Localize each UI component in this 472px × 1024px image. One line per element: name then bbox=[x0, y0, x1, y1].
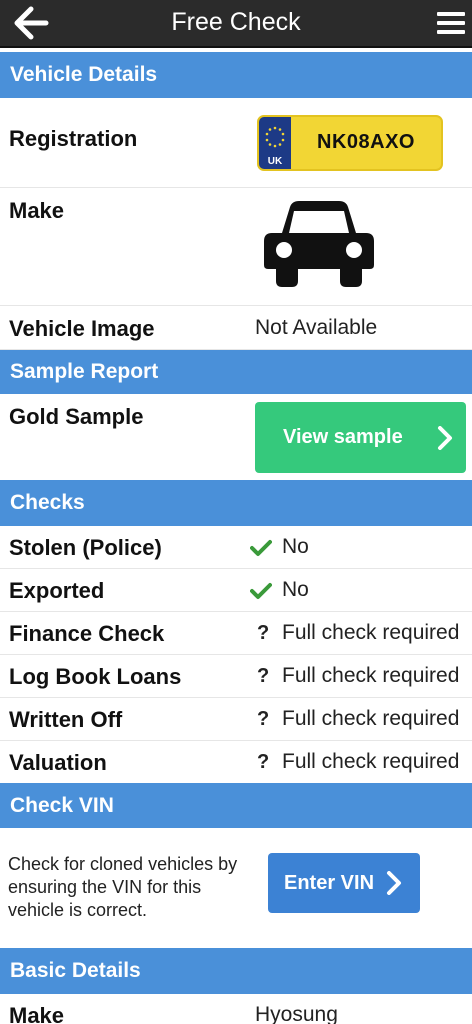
basic-make-row: Make Hyosung bbox=[0, 994, 472, 1024]
view-sample-label: View sample bbox=[283, 426, 403, 448]
make-label: Make bbox=[9, 198, 65, 223]
vehicle-image-row: Vehicle Image Not Available bbox=[0, 306, 472, 350]
section-check-vin: Check VIN bbox=[0, 783, 472, 828]
green-check-icon bbox=[250, 540, 272, 556]
check-label: Valuation bbox=[9, 750, 107, 775]
vin-description: Check for cloned vehicles by ensuring th… bbox=[8, 854, 238, 920]
section-sample-report: Sample Report bbox=[0, 350, 472, 394]
enter-vin-button[interactable]: Enter VIN bbox=[268, 853, 420, 913]
basic-make-label: Make bbox=[9, 1003, 65, 1024]
check-row: Valuation ? Full check required bbox=[0, 741, 472, 783]
check-value: Full check required bbox=[282, 664, 460, 687]
check-value: No bbox=[282, 535, 309, 558]
page-title: Free Check bbox=[171, 8, 301, 36]
question-mark-icon: ? bbox=[257, 665, 270, 687]
chevron-right-icon bbox=[387, 871, 401, 895]
check-label: Log Book Loans bbox=[9, 664, 182, 689]
section-checks: Checks bbox=[0, 480, 472, 526]
view-sample-button[interactable]: View sample bbox=[255, 402, 466, 473]
basic-make-value: Hyosung bbox=[255, 1003, 338, 1024]
plate-country-band: UK bbox=[259, 117, 291, 169]
chevron-right-icon bbox=[438, 426, 452, 450]
plate-country-code: UK bbox=[267, 156, 283, 167]
check-row: Log Book Loans ? Full check required bbox=[0, 655, 472, 698]
check-label: Exported bbox=[9, 578, 105, 603]
eu-stars-icon bbox=[265, 126, 285, 148]
gold-sample-label: Gold Sample bbox=[9, 404, 144, 429]
check-label: Written Off bbox=[9, 707, 123, 732]
section-vehicle-details: Vehicle Details bbox=[0, 52, 472, 98]
check-row: Finance Check ? Full check required bbox=[0, 612, 472, 655]
check-value: No bbox=[282, 578, 309, 601]
check-value: Full check required bbox=[282, 750, 460, 773]
vehicle-image-value: Not Available bbox=[255, 316, 378, 339]
car-icon bbox=[264, 201, 374, 287]
section-basic-details: Basic Details bbox=[0, 948, 472, 994]
check-value: Full check required bbox=[282, 621, 460, 644]
question-mark-icon: ? bbox=[257, 622, 270, 644]
number-plate: UK NK08AXO bbox=[257, 115, 443, 171]
enter-vin-label: Enter VIN bbox=[284, 872, 375, 894]
check-value: Full check required bbox=[282, 707, 460, 730]
vehicle-image-label: Vehicle Image bbox=[9, 316, 155, 341]
check-row: Written Off ? Full check required bbox=[0, 698, 472, 741]
plate-number: NK08AXO bbox=[317, 131, 415, 153]
check-label: Stolen (Police) bbox=[9, 535, 162, 560]
check-row: Stolen (Police) No bbox=[0, 526, 472, 569]
check-label: Finance Check bbox=[9, 621, 165, 646]
registration-label: Registration bbox=[9, 126, 138, 151]
app-header: Free Check bbox=[0, 0, 472, 48]
hamburger-menu-icon[interactable] bbox=[436, 8, 466, 38]
make-row: Make bbox=[0, 188, 472, 306]
green-check-icon bbox=[250, 583, 272, 599]
question-mark-icon: ? bbox=[257, 708, 270, 730]
question-mark-icon: ? bbox=[257, 751, 270, 773]
check-row: Exported No bbox=[0, 569, 472, 612]
